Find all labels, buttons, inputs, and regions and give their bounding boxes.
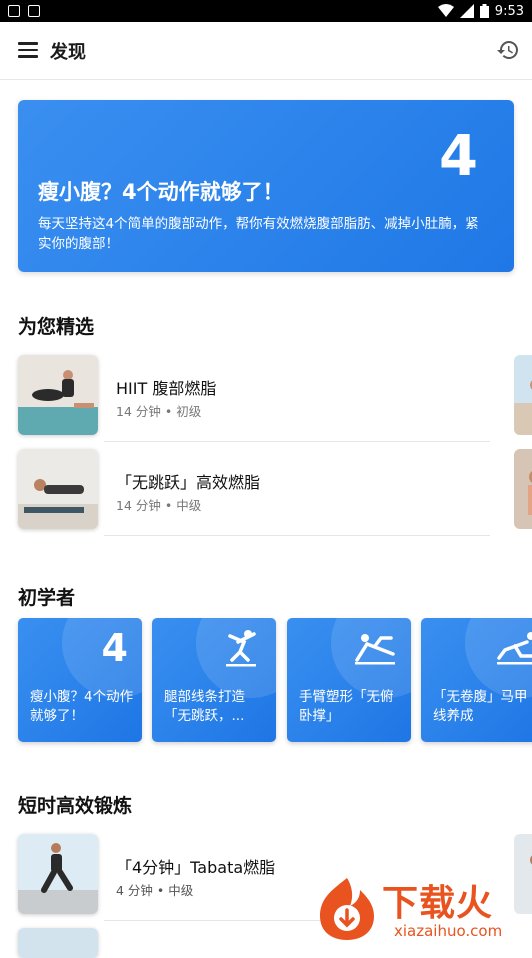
workout-name: 「4分钟」Tabata燃脂: [116, 858, 276, 877]
beginner-card[interactable]: 腿部线条打造「无跳跃，...: [152, 618, 276, 742]
workout-name: HIIT 腹部燃脂: [116, 379, 217, 398]
workout-name: 「无跳跃」高效燃脂: [116, 473, 261, 492]
hero-description: 每天坚持这4个简单的腹部动作，帮你有效燃烧腹部脂肪、减掉小肚腩，紧实你的腹部！: [38, 216, 479, 252]
workout-thumbnail: [18, 834, 98, 914]
flame-logo-icon: [320, 878, 374, 940]
beginner-card-label: 腿部线条打造「无跳跃，...: [164, 689, 245, 724]
section-title-short: 短时高效锻炼: [18, 795, 133, 817]
beginner-card-label: 瘦小腹？4个动作就够了！: [30, 689, 134, 724]
beginner-card[interactable]: 「无卷腹」马甲线养成: [421, 618, 532, 742]
beginner-card-label: 手臂塑形「无俯卧撑」: [299, 689, 394, 724]
workout-item[interactable]: 「无跳跃」高效燃脂 14 分钟 • 中级: [18, 449, 490, 536]
workout-meta: 14 分钟 • 中级: [116, 498, 202, 513]
status-time: 9:53: [494, 3, 524, 19]
divider: [104, 920, 320, 921]
beginner-card-number: 4: [101, 626, 128, 670]
workout-meta: 14 分钟 • 初级: [116, 404, 202, 419]
workout-thumbnail: [18, 355, 98, 435]
workout-thumbnail: [18, 449, 98, 529]
section-title-featured: 为您精选: [18, 316, 95, 338]
status-bar: 9:53: [0, 0, 532, 22]
workout-thumbnail[interactable]: [514, 355, 532, 435]
arm-exercise-icon: [355, 634, 395, 665]
leg-exercise-icon: [226, 630, 256, 667]
notification-icon: [8, 5, 20, 17]
app-bar: 发现: [0, 22, 532, 80]
beginner-card[interactable]: 4 瘦小腹？4个动作就够了！: [18, 618, 142, 742]
menu-icon[interactable]: [18, 42, 38, 58]
notification-icon: [28, 5, 40, 17]
hero-banner[interactable]: 4 瘦小腹？4个动作就够了！ 每天坚持这4个简单的腹部动作，帮你有效燃烧腹部脂肪…: [18, 100, 514, 272]
signal-icon: [459, 4, 474, 18]
hero-number: 4: [439, 124, 478, 189]
core-exercise-icon: [497, 632, 532, 665]
beginner-card-label: 「无卷腹」马甲线养成: [433, 689, 528, 724]
watermark-url: xiazaihuo.com: [394, 922, 503, 940]
workout-thumbnail[interactable]: [18, 928, 98, 958]
wifi-icon: [437, 4, 454, 17]
divider: [104, 535, 490, 536]
workout-meta: 4 分钟 • 中级: [116, 883, 194, 898]
watermark-logo: 下载火 xiazaihuo.com: [314, 872, 532, 946]
workout-thumbnail[interactable]: [514, 449, 532, 529]
page-title: 发现: [50, 42, 86, 63]
workout-item[interactable]: HIIT 腹部燃脂 14 分钟 • 初级: [18, 355, 490, 442]
section-title-beginner: 初学者: [18, 587, 76, 609]
hero-title: 瘦小腹？4个动作就够了！: [38, 180, 284, 204]
divider: [104, 441, 490, 442]
beginner-card[interactable]: 手臂塑形「无俯卧撑」: [287, 618, 411, 742]
history-icon[interactable]: [496, 38, 520, 62]
battery-icon: [479, 4, 489, 18]
watermark-text: 下载火: [382, 883, 494, 924]
